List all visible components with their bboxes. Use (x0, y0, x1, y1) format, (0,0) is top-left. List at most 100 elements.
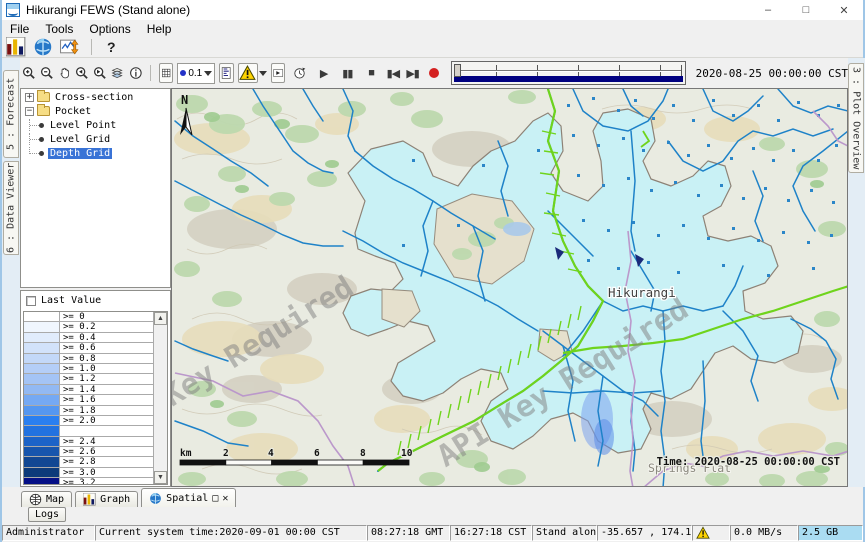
longitudinal-profile-icon[interactable] (219, 63, 233, 83)
tree-item-cross-section[interactable]: + Cross-section (21, 91, 170, 103)
legend-swatch (24, 457, 60, 466)
logs-panel-icon[interactable] (6, 37, 26, 57)
map-viewport[interactable]: API Key Required API Key Required Hikura… (171, 88, 848, 487)
title-bar[interactable]: Hikurangi FEWS (Stand alone) – □ ✕ (2, 0, 863, 20)
record-icon[interactable] (427, 63, 441, 83)
info-icon[interactable] (129, 63, 143, 83)
scroll-down-icon[interactable]: ▼ (154, 471, 167, 484)
status-system-time: Current system time:2020-09-01 00:00 CST (95, 525, 367, 541)
timeline-slider[interactable] (451, 61, 685, 85)
status-warning[interactable] (692, 525, 730, 541)
tab-close-icon[interactable]: ✕ (222, 493, 228, 504)
bottom-tab-bar: Map Graph Spatial □ ✕ (2, 487, 863, 507)
last-value-checkbox[interactable] (26, 296, 36, 306)
collapse-icon[interactable]: − (25, 107, 34, 116)
animation-clock-icon[interactable] (293, 63, 307, 83)
play-icon[interactable]: ▶ (317, 63, 331, 83)
menu-help[interactable]: Help (139, 22, 180, 36)
svg-text:10: 10 (401, 448, 413, 459)
legend-swatch (24, 374, 60, 383)
zoom-next-icon[interactable] (93, 63, 107, 83)
tab-data-viewer[interactable]: 6 : Data Viewer (3, 161, 19, 255)
legend-row: >= 0.2 (24, 322, 153, 332)
tab-spatial[interactable]: Spatial □ ✕ (141, 488, 236, 507)
scroll-up-icon[interactable]: ▲ (154, 312, 167, 325)
status-transfer-rate: 0.0 MB/s (730, 525, 798, 541)
tree-guide (29, 147, 39, 154)
maximize-button[interactable]: □ (787, 0, 825, 20)
legend-row: >= 1.4 (24, 385, 153, 395)
zoom-out-icon[interactable] (40, 63, 54, 83)
tab-forecast[interactable]: 5 : Forecast (3, 70, 19, 158)
status-user: Administrator (2, 525, 95, 541)
close-button[interactable]: ✕ (825, 0, 863, 20)
legend-row: >= 2.6 (24, 447, 153, 457)
legend-scrollbar[interactable]: ▲ ▼ (153, 312, 167, 484)
bullet-icon (39, 137, 44, 142)
status-mode: Stand alone (532, 525, 597, 541)
legend-swatch (24, 322, 60, 331)
grid-display-icon[interactable] (159, 63, 173, 83)
menu-file[interactable]: File (2, 22, 37, 36)
data-display-icon[interactable] (60, 37, 80, 57)
tree-item-level-point[interactable]: Level Point (21, 119, 170, 131)
tab-map[interactable]: Map (21, 491, 72, 507)
menu-options[interactable]: Options (81, 22, 138, 36)
tree-item-depth-grid[interactable]: Depth Grid (21, 147, 170, 159)
legend-row: >= 0 (24, 312, 153, 322)
tab-maximize-icon[interactable]: □ (212, 493, 218, 504)
window-title: Hikurangi FEWS (Stand alone) (26, 3, 190, 17)
svg-text:4: 4 (268, 448, 274, 459)
layers-icon[interactable] (111, 63, 125, 83)
timeline-track (455, 65, 681, 76)
status-coordinates: -35.657 , 174.199 (597, 525, 692, 541)
status-gmt-time: 08:27:18 GMT (367, 525, 450, 541)
legend-swatch (24, 385, 60, 394)
map-tab-globe-icon (29, 493, 42, 506)
logs-button[interactable]: Logs (28, 507, 66, 522)
status-local-time: 16:27:18 CST (450, 525, 532, 541)
legend-row: >= 3.2 (24, 478, 153, 484)
map-canvas[interactable]: API Key Required API Key Required Hikura… (172, 89, 848, 487)
bullet-icon (39, 123, 44, 128)
right-tab-strip: 3 : Plot Overview (848, 58, 865, 487)
legend-row: >= 0.4 (24, 333, 153, 343)
tree-item-pocket[interactable]: − Pocket (21, 105, 170, 117)
warning-dropdown[interactable] (238, 63, 267, 83)
first-frame-icon[interactable]: ▮◀ (386, 63, 400, 83)
toolbar-separator (150, 65, 151, 81)
tree-item-level-grid[interactable]: Level Grid (21, 133, 170, 145)
legend-row: >= 1.6 (24, 395, 153, 405)
tab-graph[interactable]: Graph (75, 491, 138, 507)
stop-icon[interactable]: ■ (364, 63, 378, 83)
svg-text:6: 6 (314, 448, 320, 459)
layer-tree: + Cross-section − Pocket Level Point Lev… (20, 88, 171, 288)
menu-tools[interactable]: Tools (37, 22, 81, 36)
tab-map-label: Map (46, 494, 64, 505)
map-toolbar: 0.1 ▶ ▮▮ ■ ▮◀ ▶▮ 2020-08-25 00:00:00 CST (22, 58, 848, 88)
zoom-previous-icon[interactable] (75, 63, 89, 83)
left-tab-strip: 5 : Forecast 6 : Data Viewer (2, 58, 20, 487)
warning-icon (696, 526, 710, 539)
help-icon[interactable]: ? (103, 39, 120, 55)
legend-row: >= 2.4 (24, 437, 153, 447)
legend-row: >= 0.8 (24, 354, 153, 364)
expand-icon[interactable]: + (25, 93, 34, 102)
last-frame-icon[interactable]: ▶▮ (406, 63, 420, 83)
minimize-button[interactable]: – (749, 0, 787, 20)
movie-player-icon[interactable] (271, 63, 285, 83)
interval-dropdown[interactable]: 0.1 (177, 63, 215, 84)
tab-plot-overview[interactable]: 3 : Plot Overview (848, 63, 864, 173)
class-dot-icon (180, 70, 186, 76)
pan-icon[interactable] (58, 63, 72, 83)
application-window: Hikurangi FEWS (Stand alone) – □ ✕ File … (0, 0, 865, 542)
pause-icon[interactable]: ▮▮ (340, 63, 354, 83)
legend-swatch (24, 395, 60, 404)
app-logo-icon (6, 3, 20, 17)
timeline-thumb[interactable] (454, 64, 461, 77)
zoom-in-icon[interactable] (22, 63, 36, 83)
legend-swatch (24, 354, 60, 363)
map-display-icon[interactable] (33, 37, 53, 57)
lake-patch (503, 222, 531, 236)
graph-tab-icon (83, 493, 96, 506)
